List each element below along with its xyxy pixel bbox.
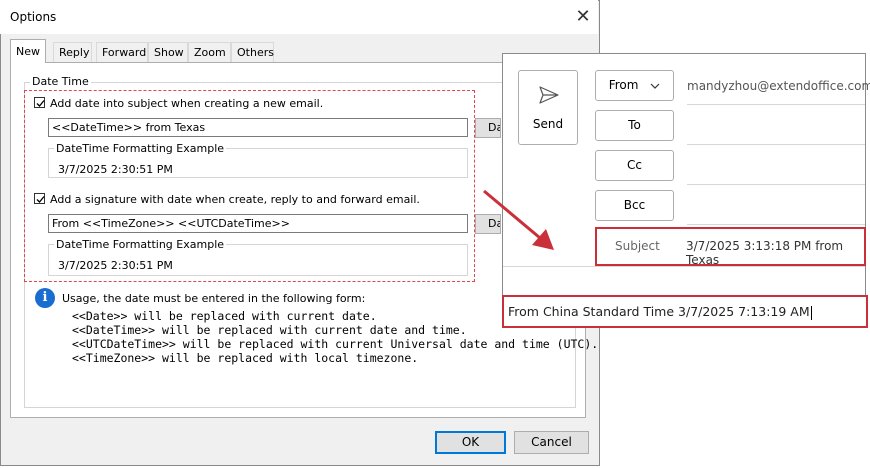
subject-example-label: DateTime Formatting Example [54,142,227,155]
cancel-button[interactable]: Cancel [514,431,589,454]
signature-example-value: 3/7/2025 2:30:51 PM [58,259,173,272]
subject-example-value: 3/7/2025 2:30:51 PM [58,163,173,176]
usage-intro: Usage, the date must be entered in the f… [62,292,366,305]
text-cursor [810,305,812,320]
cc-divider [687,184,865,185]
usage-line-utcdatetime: <<UTCDateTime>> will be replaced with cu… [72,337,599,351]
subject-template-input[interactable]: <<DateTime>> from Texas [48,118,468,137]
from-divider [687,104,865,105]
signature-example-label: DateTime Formatting Example [54,238,227,251]
body-divider [503,266,865,267]
send-icon [539,86,559,104]
message-body[interactable]: From China Standard Time 3/7/2025 7:13:1… [508,304,812,320]
send-button[interactable]: Send [518,70,578,145]
checkmark-icon [36,196,45,203]
tab-forward[interactable]: Forward [96,42,148,62]
cc-button[interactable]: Cc [595,150,674,181]
tab-others[interactable]: Others [231,42,274,62]
tab-reply[interactable]: Reply [53,42,92,62]
signature-date-checkbox[interactable] [34,193,45,204]
info-icon: i [35,288,55,308]
tab-show[interactable]: Show [148,42,188,62]
to-divider [687,144,865,145]
send-label: Send [532,117,564,131]
subject-date-label: Add date into subject when creating a ne… [50,97,324,110]
subject-date-checkbox[interactable] [34,97,45,108]
subject-input[interactable]: 3/7/2025 3:13:18 PM from Texas [686,239,864,267]
usage-line-datetime: <<DateTime>> will be replaced with curre… [72,323,467,337]
ok-button[interactable]: OK [435,431,506,454]
message-body-text: From China Standard Time 3/7/2025 7:13:1… [508,304,810,319]
tab-new[interactable]: New [10,39,46,63]
subject-date-button[interactable]: Date [475,118,501,138]
bcc-button[interactable]: Bcc [595,190,674,221]
bcc-divider [687,224,865,225]
dialog-title: Options [10,10,57,24]
usage-line-timezone: <<TimeZone>> will be replaced with local… [72,351,419,365]
pointer-arrow-icon [483,189,554,250]
subject-label: Subject [615,239,660,253]
tab-strip: New Reply Forward Show Zoom Others [10,39,280,63]
from-button[interactable]: From [595,70,674,101]
chevron-down-icon [650,83,660,89]
dialog-titlebar [0,0,598,34]
from-address: mandyzhou@extendoffice.com [687,79,870,93]
from-label: From [608,78,639,92]
to-button[interactable]: To [595,110,674,141]
signature-template-input[interactable]: From <<TimeZone>> <<UTCDateTime>> [48,214,468,233]
signature-date-label: Add a signature with date when create, r… [50,193,420,206]
datetime-group-label: Date Time [30,75,91,88]
usage-line-date: <<Date>> will be replaced with current d… [72,309,377,323]
close-icon[interactable]: ✕ [572,6,594,28]
tab-zoom[interactable]: Zoom [188,42,231,62]
checkmark-icon [36,100,45,107]
